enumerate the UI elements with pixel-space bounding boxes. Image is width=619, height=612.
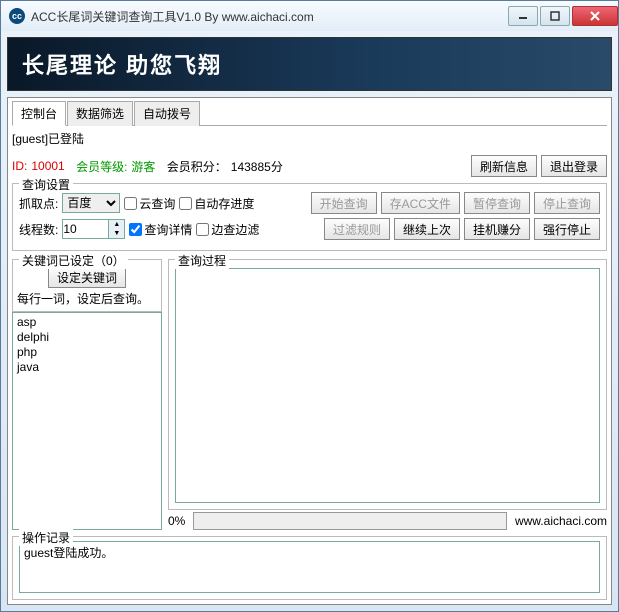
site-link[interactable]: www.aichaci.com xyxy=(515,514,607,528)
cloud-checkbox[interactable] xyxy=(124,197,137,210)
grab-select[interactable]: 百度 xyxy=(62,193,120,213)
account-row: ID: 10001 会员等级: 游客 会员积分： 143885分 刷新信息 退出… xyxy=(12,155,607,177)
start-query-button[interactable]: 开始查询 xyxy=(311,192,377,214)
process-panel: 查询过程 0% www.aichaci.com xyxy=(168,257,607,530)
progress-text: 0% xyxy=(168,514,185,528)
progress-bar xyxy=(193,512,507,530)
detail-label: 查询详情 xyxy=(144,221,192,238)
keywords-panel: 关键词已设定（0） 设定关键词 每行一词，设定后查询。 asp delphi p… xyxy=(12,257,162,530)
query-settings-title: 查询设置 xyxy=(19,176,73,193)
banner-text: 长尾理论 助您飞翔 xyxy=(22,48,222,80)
resume-button[interactable]: 继续上次 xyxy=(394,218,460,240)
keywords-hint: 每行一词，设定后查询。 xyxy=(17,290,157,307)
tab-dial[interactable]: 自动拨号 xyxy=(134,101,200,126)
id-label: ID: xyxy=(12,159,27,173)
save-acc-button[interactable]: 存ACC文件 xyxy=(381,192,460,214)
minimize-button[interactable] xyxy=(508,6,538,26)
level-label: 会员等级: xyxy=(76,158,127,175)
log-output[interactable]: guest登陆成功。 xyxy=(19,541,600,593)
level-value: 游客 xyxy=(131,158,155,175)
app-icon: cc xyxy=(9,8,25,24)
log-title: 操作记录 xyxy=(19,529,73,546)
maximize-button[interactable] xyxy=(540,6,570,26)
cloud-label: 云查询 xyxy=(139,195,175,212)
close-button[interactable] xyxy=(572,6,618,26)
detail-checkbox[interactable] xyxy=(129,223,142,236)
spin-down-icon[interactable]: ▼ xyxy=(109,229,124,238)
list-item[interactable]: delphi xyxy=(17,330,157,345)
list-item[interactable]: asp xyxy=(17,315,157,330)
titlebar: cc ACC长尾词关键词查询工具V1.0 By www.aichaci.com xyxy=(1,1,618,31)
query-settings: 查询设置 抓取点: 百度 云查询 自动存进度 开始查询 存ACC文件 暂停查询 … xyxy=(12,183,607,251)
edgefilter-checkbox[interactable] xyxy=(196,223,209,236)
set-keywords-button[interactable]: 设定关键词 xyxy=(48,266,126,288)
tab-bar: 控制台 数据筛选 自动拨号 xyxy=(12,100,607,126)
log-panel: 操作记录 guest登陆成功。 xyxy=(12,536,607,600)
threads-spinner[interactable]: ▲▼ xyxy=(62,219,125,239)
list-item[interactable]: php xyxy=(17,345,157,360)
points-label: 会员积分： xyxy=(167,158,227,175)
id-value: 10001 xyxy=(31,159,64,173)
points-value: 143885分 xyxy=(231,158,283,175)
process-output[interactable] xyxy=(175,268,600,503)
threads-label: 线程数: xyxy=(19,221,58,238)
pause-query-button[interactable]: 暂停查询 xyxy=(464,192,530,214)
keywords-title: 关键词已设定（0） xyxy=(19,252,128,269)
log-line: guest登陆成功。 xyxy=(24,544,595,561)
window-title: ACC长尾词关键词查询工具V1.0 By www.aichaci.com xyxy=(31,8,506,25)
process-title: 查询过程 xyxy=(175,252,229,269)
login-status-row: [guest]已登陆 xyxy=(12,130,607,147)
list-item[interactable]: java xyxy=(17,360,157,375)
refresh-button[interactable]: 刷新信息 xyxy=(471,155,537,177)
spin-up-icon[interactable]: ▲ xyxy=(109,220,124,229)
tab-filter[interactable]: 数据筛选 xyxy=(67,101,133,126)
threads-input[interactable] xyxy=(62,219,108,239)
content-area: 控制台 数据筛选 自动拨号 [guest]已登陆 ID: 10001 会员等级:… xyxy=(7,97,612,605)
logout-button[interactable]: 退出登录 xyxy=(541,155,607,177)
tab-console[interactable]: 控制台 xyxy=(12,101,66,126)
banner: 长尾理论 助您飞翔 xyxy=(7,37,612,91)
edgefilter-label: 边查边滤 xyxy=(211,221,259,238)
keywords-list[interactable]: asp delphi php java xyxy=(12,312,162,530)
autosave-checkbox[interactable] xyxy=(179,197,192,210)
login-status: [guest]已登陆 xyxy=(12,130,84,147)
stop-query-button[interactable]: 停止查询 xyxy=(534,192,600,214)
filter-rule-button[interactable]: 过滤规则 xyxy=(324,218,390,240)
hang-button[interactable]: 挂机赚分 xyxy=(464,218,530,240)
force-stop-button[interactable]: 强行停止 xyxy=(534,218,600,240)
autosave-label: 自动存进度 xyxy=(194,195,254,212)
app-window: cc ACC长尾词关键词查询工具V1.0 By www.aichaci.com … xyxy=(0,0,619,612)
grab-label: 抓取点: xyxy=(19,195,58,212)
